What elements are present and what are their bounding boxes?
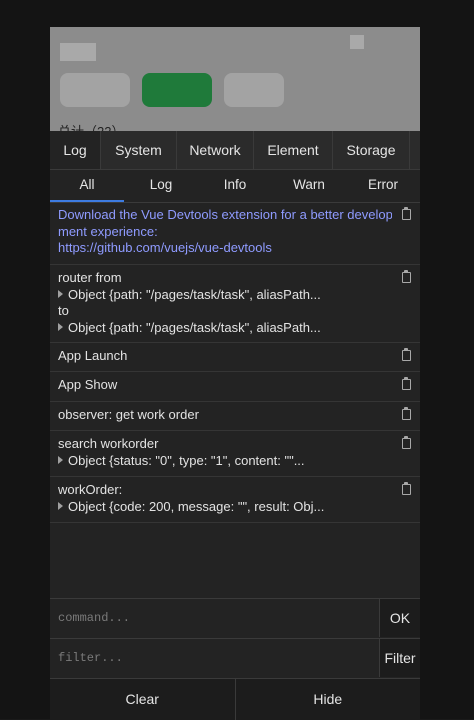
log-text: ment experience: [58,223,158,239]
log-item: workOrder: Object {code: 200, message: "… [50,477,420,523]
copy-icon[interactable] [402,270,411,283]
copy-icon[interactable] [402,407,411,420]
log-text: to [58,303,69,318]
filter-bar: Filter [50,638,420,678]
blurred-icon [350,35,364,49]
object-expander[interactable]: Object {status: "0", type: "1", content:… [58,453,392,470]
subtab-log[interactable]: Log [124,170,198,202]
copy-icon[interactable] [402,207,411,220]
blurred-title [60,43,96,61]
vconsole-panel: Log System Network Element Storage All L… [50,131,420,720]
blurred-card [60,73,130,107]
log-text: search workorder [58,436,159,451]
subtab-warn[interactable]: Warn [272,170,346,202]
tab-system[interactable]: System [101,131,177,169]
summary-count: 总计（22） [58,121,124,131]
tab-element[interactable]: Element [254,131,333,169]
tab-network[interactable]: Network [177,131,254,169]
log-item: search workorder Object {status: "0", ty… [50,431,420,477]
clear-button[interactable]: Clear [50,679,236,720]
log-text: Download the Vue Devtools extension for … [58,207,392,222]
log-text: App Launch [58,348,128,363]
blurred-card-active [142,73,212,107]
copy-icon[interactable] [402,482,411,495]
log-item: Download the Vue Devtools extension for … [50,202,420,265]
command-bar: OK [50,598,420,638]
subtab-info[interactable]: Info [198,170,272,202]
log-text: router from [58,270,122,285]
copy-icon[interactable] [402,377,411,390]
log-item: App Launch [50,343,420,372]
subtab-error[interactable]: Error [346,170,420,202]
log-text: workOrder: [58,482,123,497]
log-text: App Show [58,377,118,392]
log-text: observer: get work order [58,407,199,422]
copy-icon[interactable] [402,436,411,449]
log-link[interactable]: https://github.com/vuejs/vue-devtools [58,240,392,257]
log-item: App Show [50,372,420,402]
tab-storage[interactable]: Storage [333,131,410,169]
filter-button[interactable]: Filter [379,639,420,677]
log-item: router from Object {path: "/pages/task/t… [50,265,420,343]
bottom-bar: Clear Hide [50,678,420,720]
background-app: 总计（22） [50,27,420,131]
filter-input[interactable] [50,639,380,677]
log-filter-tabs: All Log Info Warn Error [50,170,420,203]
object-expander[interactable]: Object {path: "/pages/task/task", aliasP… [58,287,392,304]
main-tabs: Log System Network Element Storage [50,131,420,170]
ok-button[interactable]: OK [379,599,420,637]
tab-log[interactable]: Log [50,131,101,169]
blurred-card [224,73,284,107]
object-expander[interactable]: Object {path: "/pages/task/task", aliasP… [58,320,392,337]
command-input[interactable] [50,599,380,637]
log-item: observer: get work order [50,402,420,431]
object-expander[interactable]: Object {code: 200, message: "", result: … [58,499,392,516]
copy-icon[interactable] [402,348,411,361]
log-list: Download the Vue Devtools extension for … [50,202,420,523]
hide-button[interactable]: Hide [236,679,421,720]
subtab-all[interactable]: All [50,170,124,202]
